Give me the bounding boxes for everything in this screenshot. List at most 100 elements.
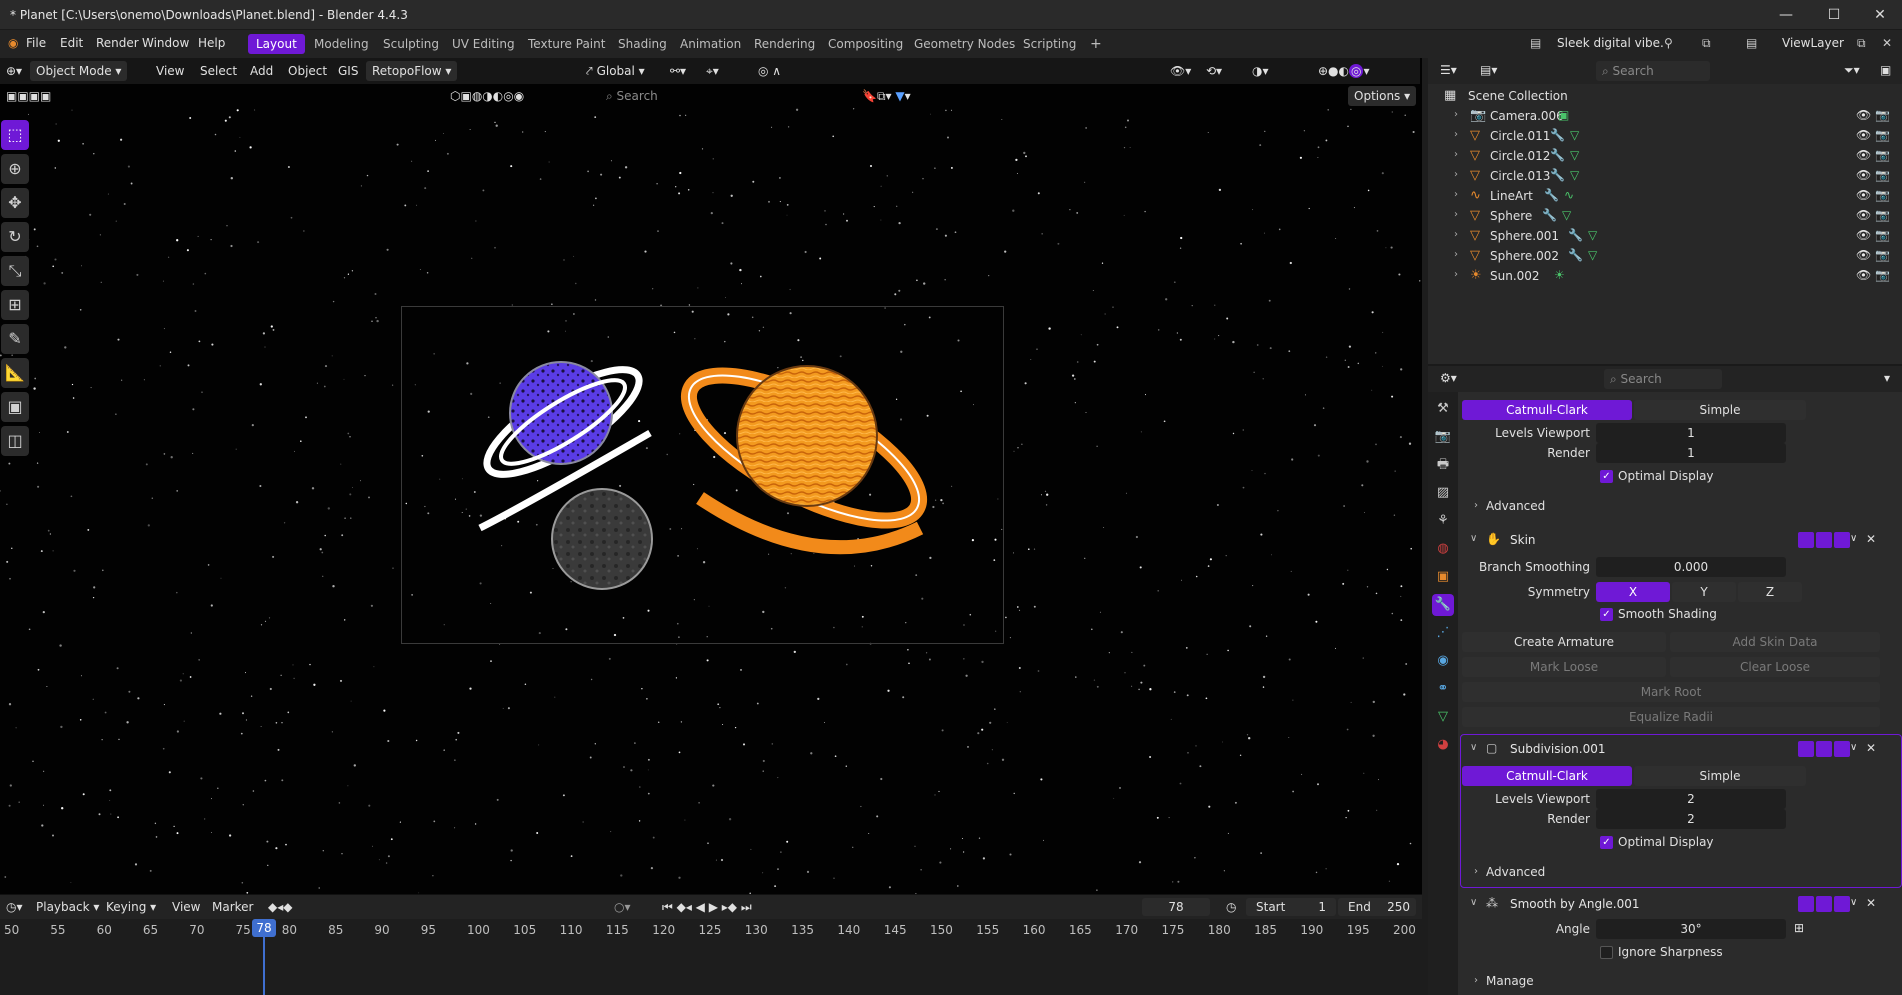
menu-window[interactable]: Window (142, 36, 189, 50)
render-levels-field[interactable]: 2 (1596, 809, 1786, 829)
mesh-data-icon[interactable]: ▽ (1570, 168, 1579, 182)
outliner-editor-icon[interactable]: ☰▾ (1434, 60, 1463, 80)
tab-rendering[interactable]: Rendering (746, 34, 823, 54)
catmull-clark-button[interactable]: Catmull-Clark (1462, 766, 1632, 786)
remove-modifier-icon[interactable]: ✕ (1866, 741, 1876, 755)
catmull-clark-button[interactable]: Catmull-Clark (1462, 400, 1632, 420)
visibility-eye-icon[interactable]: 👁 (1856, 248, 1871, 262)
visibility-icon[interactable]: 👁▾ (1164, 61, 1197, 81)
branch-smoothing-field[interactable]: 0.000 (1596, 557, 1786, 577)
data-tab-icon[interactable]: ▽ (1432, 706, 1454, 728)
tab-layout[interactable]: Layout (248, 34, 305, 54)
modifier-menu-icon[interactable]: ∨ (1850, 533, 1857, 544)
menu-gis[interactable]: GIS (332, 61, 364, 81)
expand-arrow-icon[interactable]: › (1454, 109, 1458, 120)
scene-name[interactable]: Sleek digital vibe. (1557, 36, 1664, 50)
mesh-data-icon[interactable]: ▽ (1570, 148, 1579, 162)
tab-shading[interactable]: Shading (610, 34, 675, 54)
render-camera-icon[interactable]: 📷 (1875, 128, 1890, 142)
ignore-sharpness-checkbox[interactable] (1600, 946, 1613, 959)
levels-viewport-field[interactable]: 1 (1596, 423, 1786, 443)
new-view-layer-icon[interactable]: ⧉ (1857, 36, 1866, 51)
transform-orientation[interactable]: ⤤ Global ▾ (580, 61, 651, 81)
current-frame-field[interactable]: 78 (1142, 898, 1210, 916)
world-tab-icon[interactable]: ◍ (1432, 538, 1454, 560)
skin-modifier-header[interactable]: ∨ ✋ Skin ∨ ✕ (1460, 528, 1902, 552)
outliner-row[interactable]: › ▽ Sphere.001 🔧 ▽ 👁 📷 (1428, 226, 1902, 246)
minimize-icon[interactable]: — (1766, 4, 1806, 26)
collapse-chevron-icon[interactable]: ∨ (1470, 742, 1477, 753)
smooth-by-angle-name[interactable]: Smooth by Angle.001 (1510, 897, 1640, 911)
render-tab-icon[interactable]: 📷 (1432, 426, 1454, 448)
mark-root-button[interactable]: Mark Root (1462, 682, 1880, 702)
camera-data-icon[interactable]: ▣ (1558, 108, 1569, 122)
playhead[interactable]: 78 (252, 919, 276, 937)
optimal-display-checkbox[interactable]: ✓ (1600, 470, 1613, 483)
timeline[interactable]: ◷▾ Playback ▾ Keying ▾ View Marker ◆◂◆ ○… (0, 894, 1422, 995)
symmetry-y-button[interactable]: Y (1672, 582, 1736, 602)
modifier-icon[interactable]: 🔧 (1568, 228, 1583, 242)
scale-tool[interactable]: ⤡ (1, 256, 29, 286)
remove-modifier-icon[interactable]: ✕ (1866, 896, 1876, 910)
menu-add[interactable]: Add (244, 61, 279, 81)
menu-playback[interactable]: Playback ▾ (30, 897, 105, 917)
mesh-data-icon[interactable]: ▽ (1588, 228, 1597, 242)
tab-sculpting[interactable]: Sculpting (375, 34, 447, 54)
simple-button[interactable]: Simple (1634, 766, 1806, 786)
render-camera-icon[interactable]: 📷 (1875, 168, 1890, 182)
visibility-eye-icon[interactable]: 👁 (1856, 128, 1871, 142)
symmetry-z-button[interactable]: Z (1738, 582, 1802, 602)
tool-tab-icon[interactable]: ⚒ (1432, 398, 1454, 420)
skin-modifier-name[interactable]: Skin (1510, 533, 1536, 547)
advanced-panel[interactable]: Advanced (1486, 865, 1545, 879)
symmetry-x-button[interactable]: X (1596, 582, 1670, 602)
copy-scene-icon[interactable]: ⧉ (1702, 36, 1711, 51)
tab-uv-editing[interactable]: UV Editing (444, 34, 523, 54)
cursor-tool[interactable]: ⊕ (1, 154, 29, 184)
object-name[interactable]: Sun.002 (1490, 269, 1540, 283)
filter-icon[interactable]: ⏷▾ (1838, 60, 1866, 80)
properties-options-icon[interactable]: ▾ (1878, 368, 1896, 388)
frame-ruler[interactable]: 50 55 60 65 70 75 80 85 90 95 100 105 110 115 120 125 13… (0, 919, 1422, 941)
render-camera-icon[interactable]: 📷 (1875, 248, 1890, 262)
timeline-editor-icon[interactable]: ◷▾ (0, 897, 29, 917)
menu-object[interactable]: Object (282, 61, 333, 81)
manage-chevron-icon[interactable]: › (1474, 975, 1478, 986)
render-camera-icon[interactable]: 📷 (1875, 188, 1890, 202)
mesh-data-icon[interactable]: ▽ (1570, 128, 1579, 142)
remove-view-layer-icon[interactable]: ✕ (1882, 36, 1892, 50)
visibility-eye-icon[interactable]: 👁 (1856, 228, 1871, 242)
new-collection-icon[interactable]: ▣ (1874, 60, 1897, 80)
constraints-tab-icon[interactable]: ⚭ (1432, 678, 1454, 700)
outliner-row[interactable]: › ▽ Circle.011 🔧 ▽ 👁 📷 (1428, 126, 1902, 146)
select-box-tool[interactable]: ⬚ (1, 120, 29, 150)
pin-icon[interactable]: ⚲ (1664, 36, 1673, 50)
modifier-toggles[interactable] (1798, 896, 1854, 912)
outliner-search[interactable]: ⌕ Search (1596, 61, 1710, 81)
menu-help[interactable]: Help (198, 36, 225, 50)
overlay-icon[interactable]: ◑▾ (1246, 61, 1275, 81)
output-tab-icon[interactable]: 🖶 (1432, 454, 1454, 476)
simple-button[interactable]: Simple (1634, 400, 1806, 420)
manage-panel[interactable]: Manage (1486, 974, 1534, 988)
view-layer-tab-icon[interactable]: ▨ (1432, 482, 1454, 504)
equalize-radii-button[interactable]: Equalize Radii (1462, 707, 1880, 727)
expand-arrow-icon[interactable]: › (1454, 249, 1458, 260)
visibility-eye-icon[interactable]: 👁 (1856, 268, 1871, 282)
object-name[interactable]: Sphere.002 (1490, 249, 1559, 263)
add-workspace-icon[interactable]: + (1082, 34, 1110, 54)
move-tool[interactable]: ✥ (1, 188, 29, 218)
menu-edit[interactable]: Edit (60, 36, 83, 50)
modifier-icon[interactable]: 🔧 (1568, 248, 1583, 262)
advanced-panel[interactable]: Advanced (1486, 499, 1545, 513)
keyframe-icons[interactable]: ◆◂◆ (262, 897, 298, 917)
expand-arrow-icon[interactable]: › (1454, 149, 1458, 160)
advanced-chevron-icon[interactable]: › (1474, 500, 1478, 511)
outliner-row[interactable]: › ☀ Sun.002 ☀ 👁 📷 (1428, 266, 1902, 286)
modifier-tab-icon[interactable]: 🔧 (1432, 594, 1454, 616)
expand-arrow-icon[interactable]: › (1454, 269, 1458, 280)
visibility-eye-icon[interactable]: 👁 (1856, 188, 1871, 202)
render-camera-icon[interactable]: 📷 (1875, 268, 1890, 282)
smooth-by-angle-header[interactable]: ∨ ⁂ Smooth by Angle.001 ∨ ✕ (1460, 892, 1902, 916)
optimal-display-checkbox[interactable]: ✓ (1600, 836, 1613, 849)
